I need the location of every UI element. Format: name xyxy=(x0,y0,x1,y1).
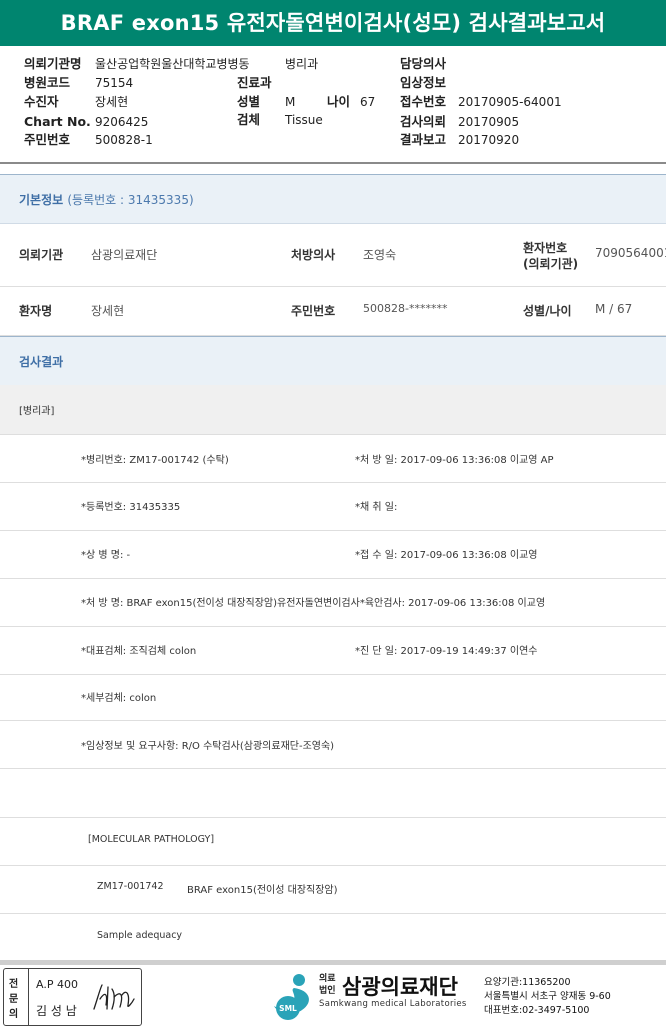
req-org-value: 울산공업학원울산대학교병병동 xyxy=(95,57,250,71)
rrn-label: 주민번호 xyxy=(24,132,71,147)
case-row: ZM17-001742 BRAF exon15(전이성 대장직장암) xyxy=(0,866,666,914)
clinical-request: *임상정보 및 요구사항: R/O 수탁검사(삼광의료재단-조영숙) xyxy=(81,741,335,752)
hosp-code-label: 병원코드 xyxy=(24,75,71,90)
logo-abbr: SML xyxy=(279,1004,297,1013)
case-test: BRAF exon15(전이성 대장직장암) xyxy=(187,885,338,896)
age-value: 67 xyxy=(360,95,376,109)
patient-no-label: 환자번호 xyxy=(523,241,568,255)
collection-date: *채 취 일: xyxy=(355,502,398,513)
header-divider xyxy=(0,162,666,164)
prescriber-value: 조영숙 xyxy=(363,248,397,262)
specimen-label: 검체 xyxy=(237,112,261,127)
diagnosis-name: *상 병 명: - xyxy=(81,550,131,561)
chart-value: 9206425 xyxy=(95,115,149,129)
diagnosis-date: *진 단 일: 2017-09-19 14:49:37 이연수 xyxy=(355,646,538,657)
logo-small-2: 법인 xyxy=(319,986,336,996)
patient-value: 장세현 xyxy=(95,95,129,109)
clinical-info-label: 임상정보 xyxy=(400,75,447,90)
prescriber-label: 처방의사 xyxy=(291,248,336,262)
patient-no-value: 7090564001 xyxy=(595,246,666,260)
age-label: 나이 xyxy=(327,94,351,109)
molecular-header-row: [MOLECULAR PATHOLOGY] xyxy=(0,818,666,866)
prescription-name: *처 방 명: BRAF exon15(전이성 대장직장암)유전자돌연변이검사*… xyxy=(81,598,546,609)
org-value: 삼광의료재단 xyxy=(91,248,158,262)
name-value: 장세현 xyxy=(91,304,125,318)
sex-label: 성별 xyxy=(237,94,261,109)
name-label: 환자명 xyxy=(19,304,53,318)
patient-label: 수진자 xyxy=(24,94,59,109)
case-id: ZM17-001742 xyxy=(97,881,164,892)
sex-value: M xyxy=(285,95,296,109)
report-value: 20170920 xyxy=(458,133,520,147)
prescription-date: *처 방 일: 2017-09-06 13:36:08 이교영 AP xyxy=(355,455,554,466)
sex-age-value: M / 67 xyxy=(595,302,633,316)
rrn-masked-label: 주민번호 xyxy=(291,304,336,318)
registration-line: *등록번호: 31435335 xyxy=(81,502,181,513)
department-label: [병리과] xyxy=(19,406,55,417)
clinic-label: 진료과 xyxy=(237,75,272,90)
rrn-masked-value: 500828-******* xyxy=(363,302,448,315)
result-row-6: *세부검체: colon xyxy=(0,675,666,721)
doctor-label: 담당의사 xyxy=(400,56,447,71)
hosp-code-value: 75154 xyxy=(95,76,134,90)
department-row: [병리과] xyxy=(0,385,666,435)
ap-number: A.P 400 xyxy=(36,978,78,991)
detail-specimen: *세부검체: colon xyxy=(81,693,157,704)
address: 서울특별시 서초구 양재동 9-60 xyxy=(484,991,611,1002)
req-org-label: 의뢰기관명 xyxy=(24,56,82,71)
report-label: 결과보고 xyxy=(400,132,447,147)
result-row-3: *상 병 명: - *접 수 일: 2017-09-06 13:36:08 이교… xyxy=(0,531,666,579)
receipt-date: *접 수 일: 2017-09-06 13:36:08 이교영 xyxy=(355,550,538,561)
sample-row: Sample adequacy xyxy=(0,914,666,960)
request-value: 20170905 xyxy=(458,115,520,129)
org-label: 의뢰기관 xyxy=(19,248,64,262)
patient-no-sublabel: (의뢰기관) xyxy=(523,257,579,271)
handwritten-signature xyxy=(93,984,135,1010)
result-row-7: *임상정보 및 요구사항: R/O 수탁검사(삼광의료재단-조영숙) xyxy=(0,721,666,769)
rrn-value: 500828-1 xyxy=(95,133,153,147)
pathologist-name: 김 성 남 xyxy=(36,1004,77,1018)
specialist-vertical-label: 전 문 의 xyxy=(4,969,29,1025)
dept-value: 병리과 xyxy=(285,57,319,71)
result-row-4: *처 방 명: BRAF exon15(전이성 대장직장암)유전자돌연변이검사*… xyxy=(0,579,666,627)
pathology-number: *병리번호: ZM17-001742 (수탁) xyxy=(81,455,229,466)
care-institution-number: 요양기관:11365200 xyxy=(484,977,571,988)
representative-specimen: *대표검체: 조직검체 colon xyxy=(81,646,197,657)
receipt-label: 접수번호 xyxy=(400,94,447,109)
result-row-2: *등록번호: 31435335 *채 취 일: xyxy=(0,483,666,531)
sml-logo-icon: SML xyxy=(274,974,309,1020)
result-row-1: *병리번호: ZM17-001742 (수탁) *처 방 일: 2017-09-… xyxy=(0,435,666,483)
org-name: 삼광의료재단 xyxy=(342,975,458,999)
footer-separator xyxy=(0,960,666,965)
sample-adequacy: Sample adequacy xyxy=(97,930,183,941)
molecular-pathology-header: [MOLECULAR PATHOLOGY] xyxy=(88,834,215,845)
basic-info-title: 기본정보 (등록번호 : 31435335) xyxy=(19,193,194,207)
org-english: Samkwang medical Laboratories xyxy=(319,999,467,1009)
result-row-blank xyxy=(0,769,666,818)
specimen-value: Tissue xyxy=(285,113,323,127)
chart-label: Chart No. xyxy=(24,114,91,129)
logo-small-1: 의료 xyxy=(319,974,336,984)
report-title: BRAF exon15 유전자돌연변이검사(성모) 검사결과보고서 xyxy=(0,0,666,46)
registration-number: (등록번호 : 31435335) xyxy=(67,193,194,207)
sex-age-label: 성별/나이 xyxy=(523,304,572,318)
phone: 대표번호:02-3497-5100 xyxy=(484,1005,590,1016)
results-band: 검사결과 xyxy=(0,336,666,386)
report-header: 의뢰기관명 울산공업학원울산대학교병병동 병리과 담당의사 병원코드 75154… xyxy=(0,50,666,158)
basic-info-row-2: 환자명 장세현 주민번호 500828-******* 성별/나이 M / 67 xyxy=(0,287,666,336)
basic-info-row-1: 의뢰기관 삼광의료재단 처방의사 조영숙 환자번호 (의뢰기관) 7090564… xyxy=(0,223,666,287)
basic-info-band: 기본정보 (등록번호 : 31435335) xyxy=(0,174,666,224)
results-title: 검사결과 xyxy=(19,355,64,369)
receipt-value: 20170905-64001 xyxy=(458,95,562,109)
result-row-5: *대표검체: 조직검체 colon *진 단 일: 2017-09-19 14:… xyxy=(0,627,666,675)
signature-box: 전 문 의 A.P 400 김 성 남 xyxy=(3,968,142,1026)
request-label: 검사의뢰 xyxy=(400,114,447,129)
